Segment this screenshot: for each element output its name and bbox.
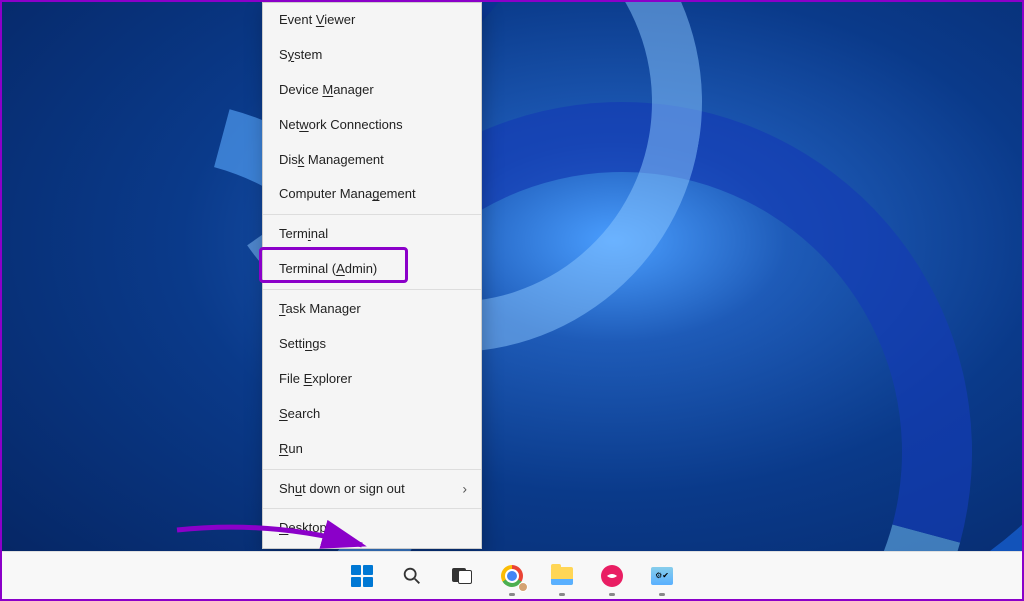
taskbar-app-explorer[interactable] [542, 556, 582, 596]
menu-settings[interactable]: Settings [263, 327, 481, 362]
menu-search[interactable]: Search [263, 397, 481, 432]
menu-separator [263, 508, 481, 509]
start-button[interactable] [342, 556, 382, 596]
menu-separator [263, 214, 481, 215]
menu-terminal-admin[interactable]: Terminal (Admin) [263, 252, 481, 287]
lips-icon [601, 565, 623, 587]
running-indicator-icon [659, 593, 665, 596]
winx-context-menu: Event Viewer System Device Manager Netwo… [262, 2, 482, 549]
taskbar-app-chrome[interactable] [492, 556, 532, 596]
menu-separator [263, 469, 481, 470]
running-indicator-icon [609, 593, 615, 596]
menu-computer-management[interactable]: Computer Management [263, 177, 481, 212]
menu-terminal[interactable]: Terminal [263, 217, 481, 252]
menu-separator [263, 289, 481, 290]
menu-device-manager[interactable]: Device Manager [263, 73, 481, 108]
menu-system[interactable]: System [263, 38, 481, 73]
running-indicator-icon [559, 593, 565, 596]
folder-icon [551, 567, 573, 585]
menu-event-viewer[interactable]: Event Viewer [263, 3, 481, 38]
menu-file-explorer[interactable]: File Explorer [263, 362, 481, 397]
task-view-button[interactable] [442, 556, 482, 596]
menu-desktop[interactable]: Desktop [263, 511, 481, 546]
menu-task-manager[interactable]: Task Manager [263, 292, 481, 327]
menu-network-connections[interactable]: Network Connections [263, 108, 481, 143]
taskbar: ⚙✔ [2, 551, 1022, 599]
running-indicator-icon [509, 593, 515, 596]
search-icon [401, 565, 423, 587]
search-button[interactable] [392, 556, 432, 596]
menu-disk-management[interactable]: Disk Management [263, 143, 481, 178]
taskbar-app-red[interactable] [592, 556, 632, 596]
profile-badge-icon [518, 582, 528, 592]
taskbar-app-control-panel[interactable]: ⚙✔ [642, 556, 682, 596]
task-view-icon [452, 568, 472, 584]
desktop-wallpaper: Event Viewer System Device Manager Netwo… [2, 2, 1022, 599]
menu-shutdown-signout[interactable]: Shut down or sign out [263, 472, 481, 507]
menu-run[interactable]: Run [263, 432, 481, 467]
windows-logo-icon [351, 565, 373, 587]
control-panel-icon: ⚙✔ [651, 567, 673, 585]
